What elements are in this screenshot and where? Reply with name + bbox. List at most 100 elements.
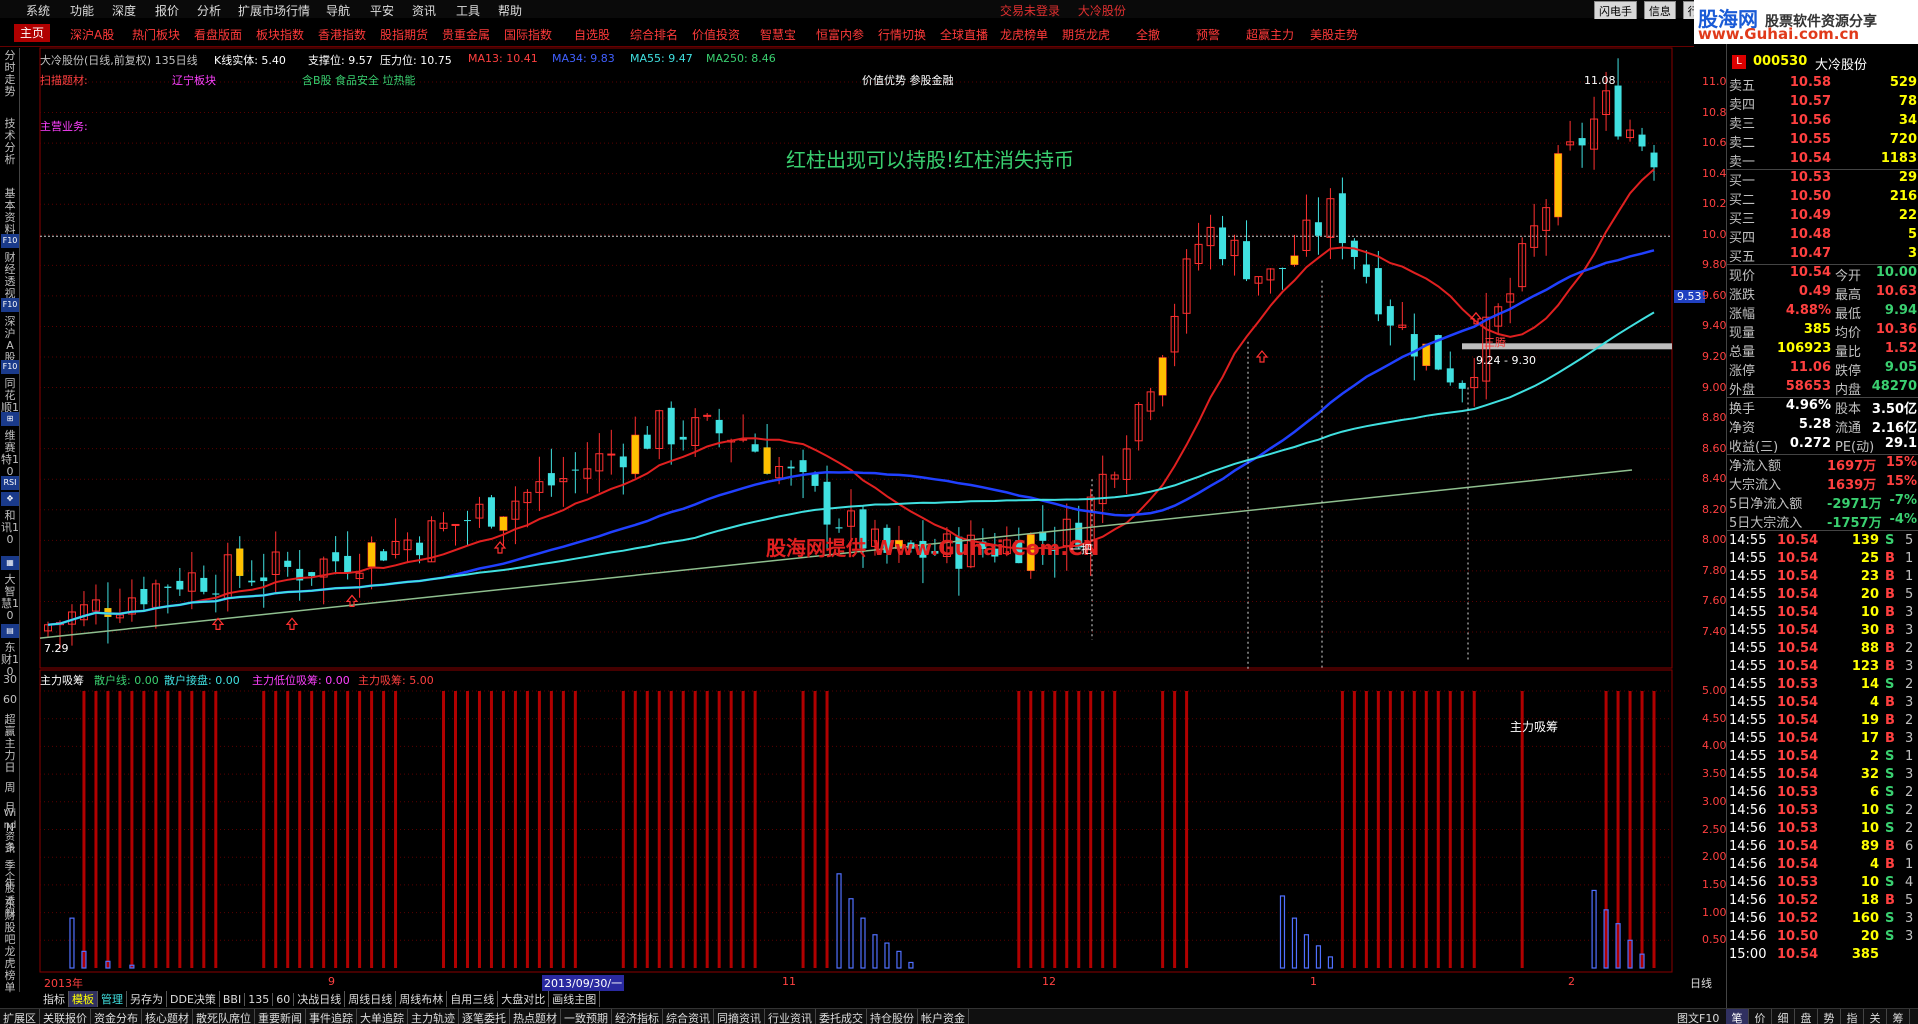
status-tab[interactable]: 关联报价 (40, 1009, 91, 1024)
concept-tags[interactable]: 含B股 食品安全 垃热能 (302, 72, 416, 88)
tick-row[interactable]: 14:55 10.53 14 S 2 (1727, 676, 1918, 694)
status-tab[interactable]: 综合资讯 (663, 1009, 714, 1024)
tab-manage[interactable]: 管理 (98, 991, 127, 1007)
stock-code[interactable]: 000530 (1753, 54, 1807, 69)
tab-save-as[interactable]: 另存为 (127, 991, 167, 1007)
bid-row[interactable]: 买二 10.50 216 (1727, 188, 1918, 208)
fund-label: 换手 (1729, 402, 1756, 417)
bid-row[interactable]: 买五 10.47 3 (1727, 245, 1918, 265)
status-tab[interactable]: 经济指标 (612, 1009, 663, 1024)
tab-indicator[interactable]: 指标 (40, 991, 69, 1007)
tick-row[interactable]: 14:56 10.53 6 S 2 (1727, 784, 1918, 802)
status-tab[interactable]: 扩展区 (0, 1009, 40, 1024)
tick-row[interactable]: 14:56 10.54 89 B 6 (1727, 838, 1918, 856)
quote-tab[interactable]: 关 (1864, 1009, 1887, 1024)
tick-time: 14:55 (1729, 767, 1767, 782)
tick-row[interactable]: 14:56 10.52 160 S 3 (1727, 910, 1918, 928)
tick-row[interactable]: 14:56 10.54 4 B 1 (1727, 856, 1918, 874)
tab-decisive-day[interactable]: 决战日线 (294, 991, 346, 1007)
status-tab[interactable]: 持仓股份 (867, 1009, 918, 1024)
tick-price: 10.53 (1777, 785, 1819, 800)
bid-row[interactable]: 买一 10.53 29 (1727, 169, 1918, 189)
tick-row[interactable]: 15:00 10.54 385 (1727, 946, 1918, 964)
tab-135[interactable]: 135 (245, 993, 274, 1006)
status-tab[interactable]: 热点题材 (510, 1009, 561, 1024)
status-tab[interactable]: 行业资讯 (765, 1009, 816, 1024)
tick-row[interactable]: 14:55 10.54 20 B 5 (1727, 586, 1918, 604)
quote-tab[interactable]: 笔 (1726, 1009, 1749, 1024)
tick-row[interactable]: 14:55 10.54 123 B 3 (1727, 658, 1918, 676)
status-tab[interactable]: 散死队席位 (193, 1009, 255, 1024)
tick-row[interactable]: 14:55 10.54 2 S 1 (1727, 748, 1918, 766)
fund-value: 0.272 (1789, 436, 1831, 451)
fund-value: 4.96% (1785, 398, 1831, 413)
tick-row[interactable]: 14:56 10.52 18 B 5 (1727, 892, 1918, 910)
tick-row[interactable]: 14:55 10.54 4 B 3 (1727, 694, 1918, 712)
current-price-marker: 9.53 (1674, 290, 1705, 303)
ask-row[interactable]: 卖四 10.57 78 (1727, 93, 1918, 113)
tick-row[interactable]: 14:55 10.54 10 B 3 (1727, 604, 1918, 622)
sanhu-bar (1591, 889, 1597, 969)
tab-dde[interactable]: DDE决策 (167, 991, 220, 1007)
tab-week-boll[interactable]: 周线布林 (396, 991, 448, 1007)
tick-row[interactable]: 14:55 10.54 19 B 2 (1727, 712, 1918, 730)
stat-label: 量比 (1835, 345, 1862, 360)
tick-row[interactable]: 14:55 10.54 139 S 5 (1727, 532, 1918, 550)
quote-tab[interactable]: 细 (1772, 1009, 1795, 1024)
tick-time: 14:55 (1729, 731, 1767, 746)
tab-week-day[interactable]: 周线日线 (345, 991, 397, 1007)
tick-row[interactable]: 14:55 10.54 23 B 1 (1727, 568, 1918, 586)
tab-bbi[interactable]: BBI (220, 993, 246, 1006)
stat-row: 涨幅 4.88% 最低 9.94 (1727, 302, 1918, 322)
f10-text-button[interactable]: 图文F10 (1674, 1009, 1722, 1024)
sanhu-bar (896, 950, 902, 969)
tick-row[interactable]: 14:55 10.54 17 B 3 (1727, 730, 1918, 748)
ask-row[interactable]: 卖一 10.54 1183 (1727, 150, 1918, 170)
quote-tab[interactable]: 势 (1818, 1009, 1841, 1024)
tick-row[interactable]: 14:55 10.54 88 B 2 (1727, 640, 1918, 658)
value-tags[interactable]: 价值优势 参股金融 (862, 72, 954, 88)
status-tab[interactable]: 同摘资讯 (714, 1009, 765, 1024)
bid-volume: 5 (1907, 227, 1917, 242)
tick-row[interactable]: 14:55 10.54 25 B 1 (1727, 550, 1918, 568)
quote-tab[interactable]: 价 (1749, 1009, 1772, 1024)
tab-three-line[interactable]: 自用三线 (447, 991, 499, 1007)
tick-row[interactable]: 14:56 10.50 20 S 3 (1727, 928, 1918, 946)
status-tab[interactable]: 资金分布 (91, 1009, 142, 1024)
tick-row[interactable]: 14:55 10.54 32 S 3 (1727, 766, 1918, 784)
ask-row[interactable]: 卖五 10.58 529 (1727, 74, 1918, 94)
bid-row[interactable]: 买三 10.49 22 (1727, 207, 1918, 227)
tick-row[interactable]: 14:56 10.53 10 S 2 (1727, 802, 1918, 820)
status-tab[interactable]: 逐笔委托 (459, 1009, 510, 1024)
zhuli-xichou-bar (717, 691, 721, 968)
bid-volume: 216 (1889, 189, 1917, 204)
zhuli-xichou-bar (166, 691, 170, 968)
tick-side: B (1885, 695, 1895, 710)
quote-tab[interactable]: 指 (1841, 1009, 1864, 1024)
ask-row[interactable]: 卖三 10.56 34 (1727, 112, 1918, 132)
bid-row[interactable]: 买四 10.48 5 (1727, 226, 1918, 246)
tick-time: 14:55 (1729, 677, 1767, 692)
status-tab[interactable]: 委托成交 (816, 1009, 867, 1024)
candle-signal (1159, 357, 1167, 396)
status-tab[interactable]: 重要新闻 (255, 1009, 306, 1024)
status-tab[interactable]: 大单追踪 (357, 1009, 408, 1024)
liaoning-sector-tag[interactable]: 辽宁板块 (172, 72, 216, 88)
status-tab[interactable]: 一致预期 (561, 1009, 612, 1024)
status-tab[interactable]: 主力轨迹 (408, 1009, 459, 1024)
tick-row[interactable]: 14:56 10.53 10 S 2 (1727, 820, 1918, 838)
quote-tab[interactable]: 盘 (1795, 1009, 1818, 1024)
status-tab[interactable]: 核心题材 (142, 1009, 193, 1024)
status-tab[interactable]: 事件追踪 (306, 1009, 357, 1024)
tab-60[interactable]: 60 (273, 993, 295, 1006)
tick-row[interactable]: 14:55 10.54 30 B 3 (1727, 622, 1918, 640)
tab-drawing[interactable]: 画线主图 (549, 991, 601, 1007)
status-tab[interactable]: 帐户资金 (918, 1009, 969, 1024)
ask-row[interactable]: 卖二 10.55 720 (1727, 131, 1918, 151)
quote-tab[interactable]: 筹 (1887, 1009, 1910, 1024)
tab-template[interactable]: 模板 (69, 991, 98, 1007)
zhuli-xichou-bar (382, 691, 386, 968)
tab-index-compare[interactable]: 大盘对比 (498, 991, 550, 1007)
candle-down (416, 542, 424, 556)
tick-row[interactable]: 14:56 10.53 10 S 4 (1727, 874, 1918, 892)
